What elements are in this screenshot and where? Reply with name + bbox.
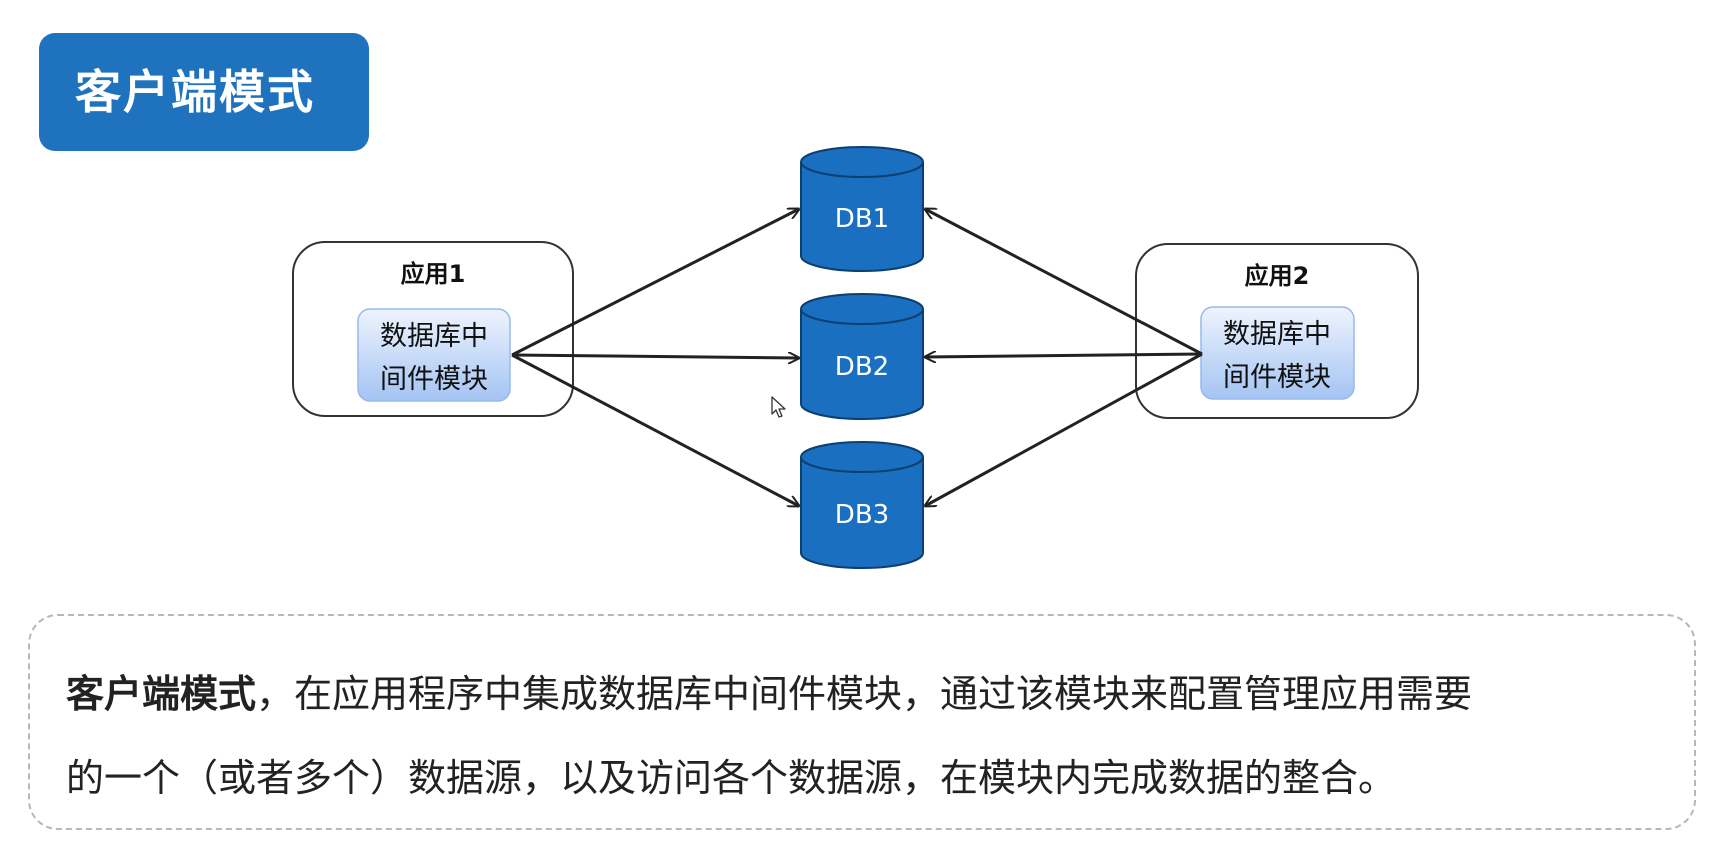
description-line-2: 的一个（或者多个）数据源，以及访问各个数据源，在模块内完成数据的整合。 bbox=[66, 756, 1397, 800]
mouse-cursor-icon bbox=[771, 396, 786, 418]
architecture-diagram: 应用1 数据库中 间件模块 应用2 数据库中 间件模块 DB1 DB2 DB3 bbox=[292, 146, 1419, 569]
db2-label: DB2 bbox=[835, 352, 889, 382]
description-box: 客户端模式，在应用程序中集成数据库中间件模块，通过该模块来配置管理应用需要 的一… bbox=[28, 614, 1696, 830]
db2-cylinder-icon: DB2 bbox=[800, 293, 924, 420]
db3-label: DB3 bbox=[835, 500, 889, 530]
description-line-1: 客户端模式，在应用程序中集成数据库中间件模块，通过该模块来配置管理应用需要 bbox=[66, 652, 1664, 736]
db1-label: DB1 bbox=[835, 204, 889, 234]
app1-module-line2: 间件模块 bbox=[380, 364, 488, 395]
arrow-app1-db3 bbox=[511, 353, 799, 506]
app1-module-line1: 数据库中 bbox=[380, 321, 488, 352]
db1-cylinder-icon: DB1 bbox=[800, 146, 924, 272]
app2-module-line1: 数据库中 bbox=[1223, 319, 1331, 350]
db3-cylinder-icon: DB3 bbox=[800, 441, 924, 569]
app1-container: 应用1 数据库中 间件模块 bbox=[292, 241, 574, 417]
app2-module-line2: 间件模块 bbox=[1223, 362, 1331, 393]
arrow-app2-db3 bbox=[925, 352, 1203, 506]
description-line-1-rest: ，在应用程序中集成数据库中间件模块，通过该模块来配置管理应用需要 bbox=[256, 672, 1473, 716]
description-lead: 客户端模式 bbox=[66, 672, 257, 716]
app2-container: 应用2 数据库中 间件模块 bbox=[1135, 243, 1419, 419]
app1-label: 应用1 bbox=[401, 260, 466, 288]
app2-label: 应用2 bbox=[1245, 262, 1310, 290]
